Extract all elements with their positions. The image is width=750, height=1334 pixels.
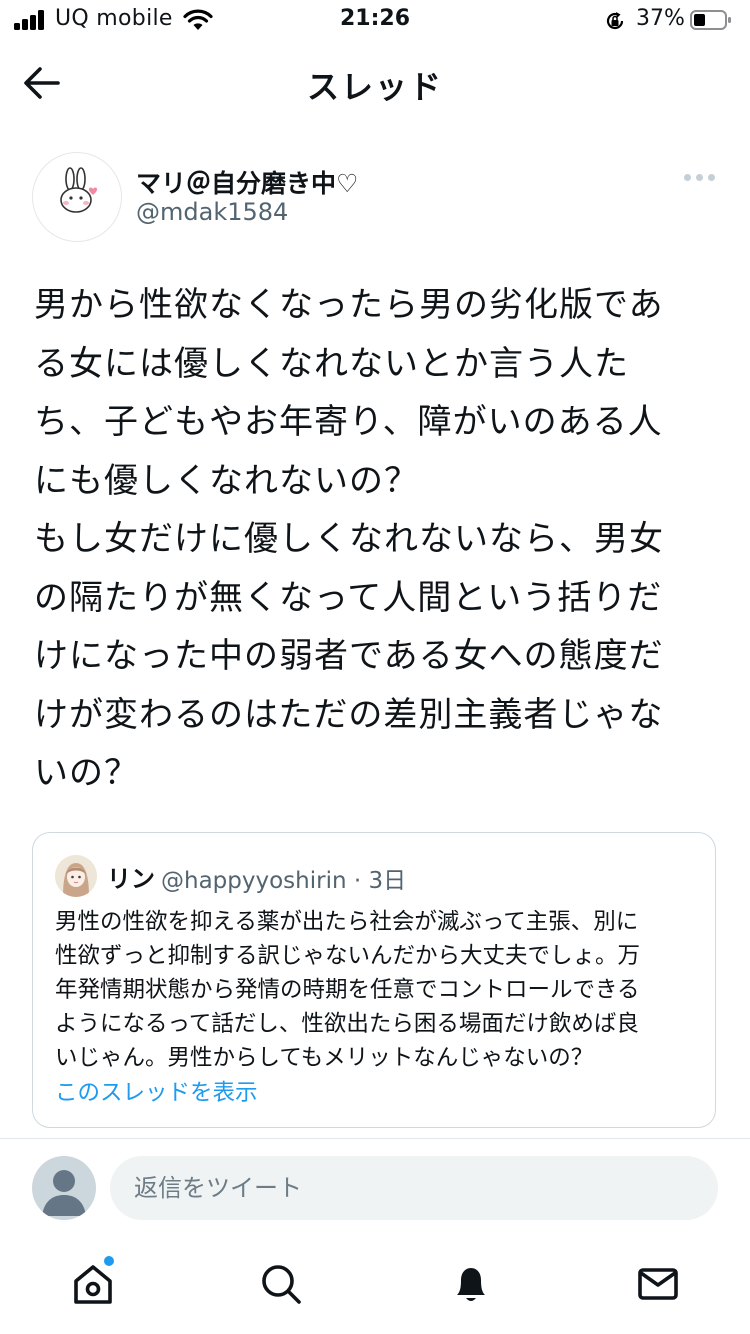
author-name[interactable]: マリ＠自分磨き中♡ — [136, 164, 358, 200]
messages-icon[interactable] — [636, 1262, 680, 1306]
home-notification-badge — [104, 1256, 114, 1266]
page-title: スレッド — [306, 68, 443, 106]
tweet-text: 男から性欲なくなったら男の劣化版であ る女には優しくなれないとか言う人た ち、子… — [34, 285, 664, 793]
battery-percent: 37% — [636, 6, 685, 31]
author-avatar[interactable] — [32, 152, 122, 242]
status-bar: UQ mobile 21:26 37% — [0, 0, 750, 44]
quote-author-avatar — [55, 855, 97, 897]
battery-icon — [690, 10, 731, 30]
bunny-avatar-icon — [60, 167, 98, 213]
quote-time: · 3日 — [353, 868, 407, 894]
orientation-lock-icon — [606, 12, 624, 30]
quote-author-meta: @happyyoshirin · 3日 — [161, 861, 406, 895]
search-icon[interactable] — [259, 1262, 303, 1306]
quote-author-name: リン — [107, 865, 155, 893]
author-handle[interactable]: @mdak1584 — [136, 198, 288, 226]
user-avatar[interactable] — [32, 1156, 96, 1220]
quote-text: 男性の性欲を抑える薬が出たら社会が滅ぶって主張、別に 性欲ずっと抑制する訳じゃな… — [55, 909, 641, 1071]
home-icon[interactable] — [71, 1262, 115, 1306]
quote-author-handle: @happyyoshirin — [161, 868, 347, 894]
notifications-icon[interactable] — [449, 1262, 493, 1306]
more-options-icon[interactable] — [684, 172, 716, 184]
default-avatar-icon — [42, 1170, 86, 1216]
reply-input[interactable] — [110, 1156, 718, 1220]
quoted-tweet[interactable]: リン @happyyoshirin · 3日 男性の性欲を抑える薬が出たら社会が… — [32, 832, 716, 1128]
show-thread-link[interactable]: このスレッドを表示 — [55, 1075, 258, 1107]
divider — [0, 1138, 750, 1139]
